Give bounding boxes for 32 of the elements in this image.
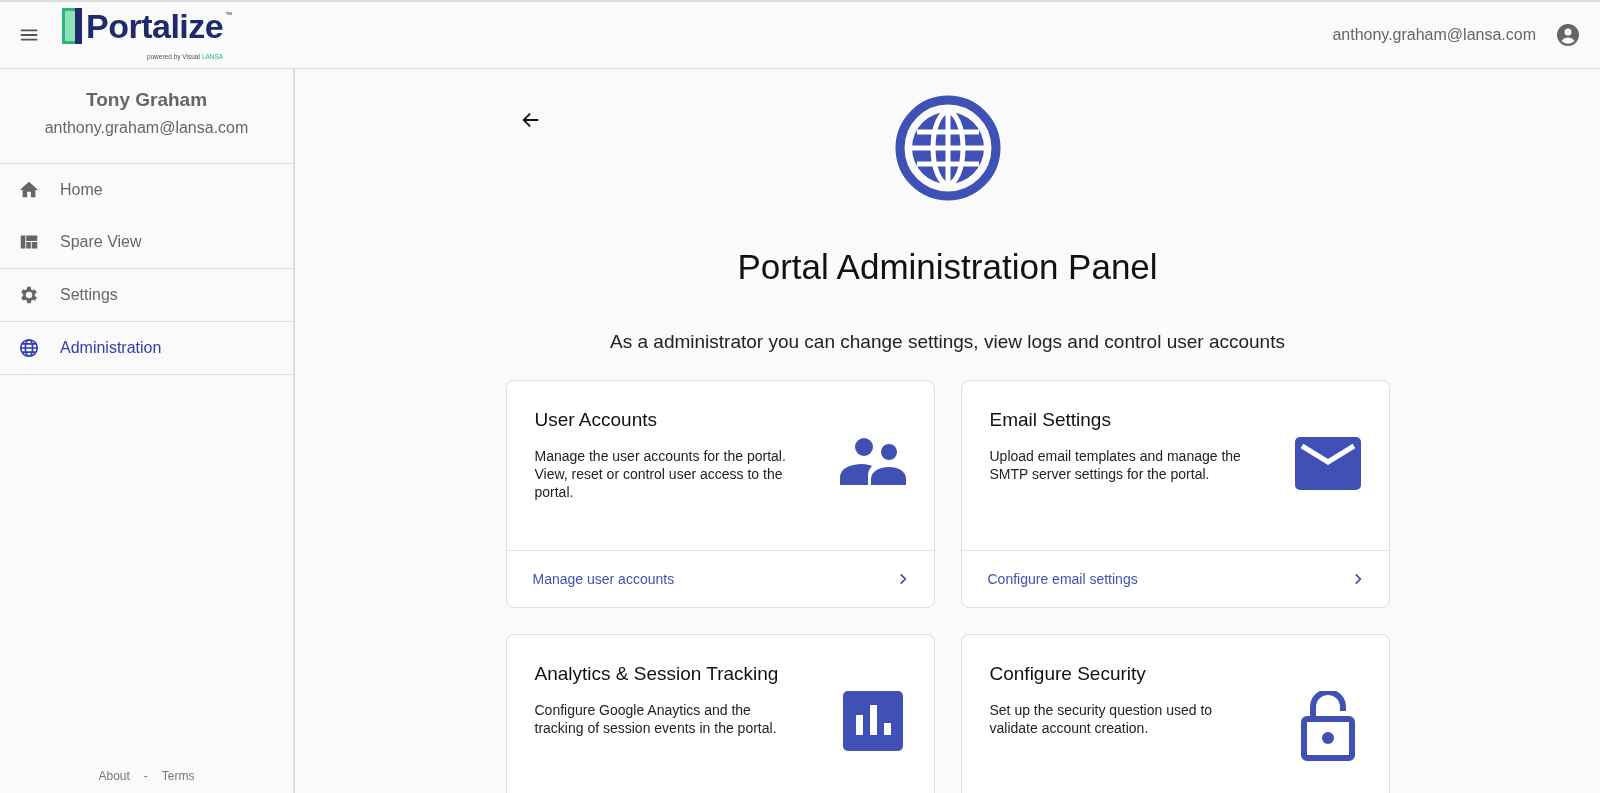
padlock-icon xyxy=(1300,691,1355,761)
card-link[interactable]: Manage user accounts xyxy=(506,551,934,607)
globe-icon xyxy=(18,337,40,359)
card-link[interactable]: Configure email settings xyxy=(961,551,1389,607)
sidebar-item[interactable]: Home xyxy=(0,164,293,216)
card-title: Email Settings xyxy=(989,409,1112,431)
sidebar-item[interactable]: Administration xyxy=(0,322,293,374)
bar-chart-icon xyxy=(842,691,903,751)
sidebar-item[interactable]: Spare View xyxy=(0,216,293,268)
card-description: Manage the user accounts for the portal. View, reset or control user access to the portal. xyxy=(534,447,787,501)
door-logo-icon xyxy=(62,7,84,45)
user-name: Tony Graham xyxy=(85,89,208,111)
card-title: Analytics & Session Tracking xyxy=(534,663,780,685)
logo-wordmark: Portalize xyxy=(86,7,224,45)
user-email: anthony.graham@lansa.com xyxy=(1332,26,1536,44)
card-description: Upload email templates and manage the SMTP server settings for the portal. xyxy=(989,447,1242,483)
users-icon xyxy=(839,437,906,485)
user-email: anthony.graham@lansa.com xyxy=(44,119,249,137)
gear-icon xyxy=(18,284,40,306)
card-description: Set up the security question used to validate account creation. xyxy=(989,701,1214,737)
terms-link[interactable]: Terms xyxy=(161,769,195,783)
about-link[interactable]: About xyxy=(98,769,130,783)
card-description: Configure Google Anaytics and the tracking of session events in the portal. xyxy=(534,701,778,737)
envelope-icon xyxy=(1294,437,1361,490)
card-title: Configure Security xyxy=(989,663,1147,685)
separator: - xyxy=(143,769,148,783)
sidebar-item[interactable]: Settings xyxy=(0,269,293,321)
page-subtitle: As a administrator you can change settings, view logs and control user accounts xyxy=(610,331,1285,353)
page-title: Portal Administration Panel xyxy=(737,247,1158,287)
globe-icon xyxy=(894,95,1001,201)
card-title: User Accounts xyxy=(534,409,658,431)
account-button[interactable] xyxy=(1556,23,1580,47)
